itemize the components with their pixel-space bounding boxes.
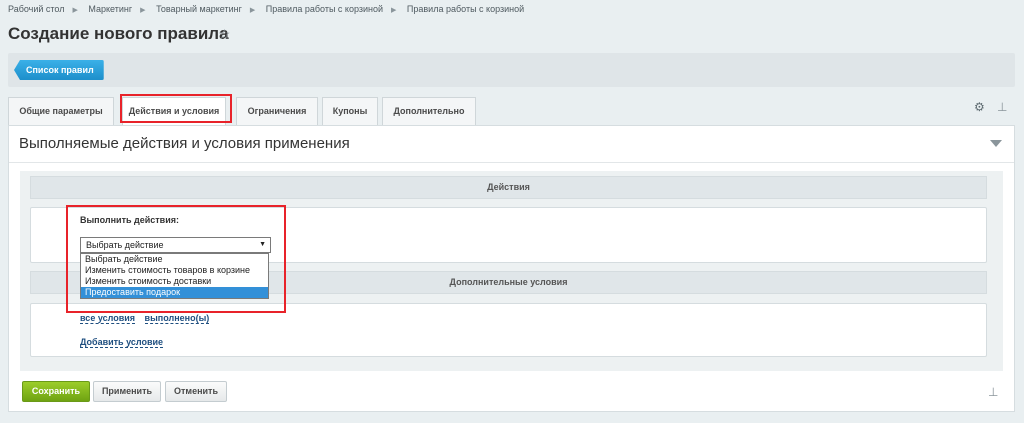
- rules-list-button[interactable]: Список правил: [14, 60, 104, 80]
- star-icon[interactable]: ☆: [218, 26, 231, 43]
- pin-icon[interactable]: ⊥: [988, 385, 998, 399]
- cancel-button[interactable]: Отменить: [165, 381, 227, 402]
- page-title: Создание нового правила: [8, 24, 229, 43]
- tab-general[interactable]: Общие параметры: [8, 97, 114, 125]
- dropdown-highlight: [66, 205, 286, 313]
- pin-icon[interactable]: ⊥: [997, 100, 1007, 114]
- breadcrumb-item[interactable]: Маркетинг: [88, 4, 132, 14]
- actions-header: Действия: [30, 176, 987, 199]
- breadcrumb-item[interactable]: Рабочий стол: [8, 4, 65, 14]
- tab-restrictions[interactable]: Ограничения: [236, 97, 318, 125]
- tab-highlight: [120, 94, 232, 123]
- save-button[interactable]: Сохранить: [22, 381, 90, 402]
- tab-additional[interactable]: Дополнительно: [382, 97, 476, 125]
- toolbar: Список правил: [8, 53, 1015, 87]
- done-conditions-link[interactable]: выполнено(ы): [144, 313, 210, 324]
- breadcrumb-item[interactable]: Правила работы с корзиной: [407, 4, 524, 14]
- gear-icon[interactable]: ⚙: [974, 100, 985, 114]
- condition-links: все условия выполнено(ы): [80, 313, 216, 324]
- add-condition-link[interactable]: Добавить условие: [80, 337, 164, 348]
- tab-coupons[interactable]: Купоны: [322, 97, 378, 125]
- breadcrumb: Рабочий стол ▶ Маркетинг ▶ Товарный маркет…: [8, 4, 525, 14]
- breadcrumb-item[interactable]: Правила работы с корзиной: [266, 4, 383, 14]
- apply-button[interactable]: Применить: [93, 381, 161, 402]
- divider: [9, 162, 1014, 163]
- breadcrumb-item[interactable]: Товарный маркетинг: [156, 4, 242, 14]
- collapse-icon[interactable]: [990, 140, 1002, 147]
- panel-title: Выполняемые действия и условия применени…: [19, 135, 350, 152]
- all-conditions-link[interactable]: все условия: [80, 313, 136, 324]
